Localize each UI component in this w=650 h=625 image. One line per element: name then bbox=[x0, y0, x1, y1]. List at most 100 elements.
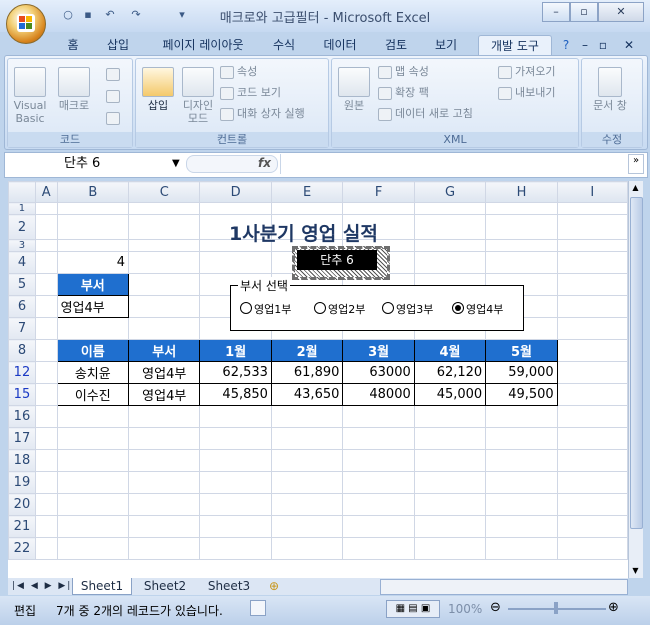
row-header-12[interactable]: 12 bbox=[8, 361, 36, 384]
row-header-15[interactable]: 15 bbox=[8, 383, 36, 406]
row-header-1[interactable]: 1 bbox=[8, 202, 36, 215]
tab-page-layout[interactable]: 페이지 레이아웃 bbox=[150, 35, 256, 55]
table-cell[interactable]: 43,650 bbox=[270, 383, 344, 406]
row-header-5[interactable]: 5 bbox=[8, 273, 36, 296]
help-icon[interactable]: ? bbox=[558, 35, 574, 55]
col-header-e[interactable]: E bbox=[270, 181, 344, 203]
horizontal-scrollbar[interactable] bbox=[380, 579, 628, 595]
tab-formulas[interactable]: 수식 bbox=[266, 35, 302, 55]
document-panel-button[interactable]: 문서 창 bbox=[592, 67, 628, 112]
restore-button[interactable]: ▫ bbox=[570, 2, 598, 22]
run-dialog-button[interactable]: 대화 상자 실행 bbox=[220, 107, 305, 121]
row-header-8[interactable]: 8 bbox=[8, 339, 36, 362]
cell-b4[interactable]: 4 bbox=[57, 251, 130, 274]
col-header-a[interactable]: A bbox=[34, 181, 58, 203]
row-header-21[interactable]: 21 bbox=[8, 515, 36, 538]
col-header-b[interactable]: B bbox=[56, 181, 130, 203]
col-header-h[interactable]: H bbox=[485, 181, 558, 203]
export-button[interactable]: 내보내기 bbox=[498, 86, 555, 100]
table-header-apr[interactable]: 4월 bbox=[413, 339, 487, 362]
expand-formula-bar-icon[interactable]: » bbox=[628, 154, 644, 174]
insert-control-button[interactable]: 삽입 bbox=[140, 67, 176, 112]
col-header-c[interactable]: C bbox=[128, 181, 201, 203]
view-code-button[interactable]: 코드 보기 bbox=[220, 86, 281, 100]
tab-review[interactable]: 검토 bbox=[378, 35, 414, 55]
source-button[interactable]: 원본 bbox=[336, 67, 372, 112]
visual-basic-button[interactable]: Visual Basic bbox=[10, 67, 50, 125]
select-all-corner[interactable] bbox=[8, 181, 36, 203]
office-button[interactable] bbox=[6, 4, 46, 44]
vertical-scrollbar[interactable]: ▲ ▼ bbox=[628, 181, 643, 578]
table-cell[interactable]: 송치윤 bbox=[56, 361, 130, 384]
table-cell[interactable]: 49,500 bbox=[485, 383, 558, 406]
zoom-level[interactable]: 100% bbox=[448, 602, 482, 616]
scroll-thumb[interactable] bbox=[630, 197, 643, 529]
dept-criteria-header[interactable]: 부서 bbox=[56, 273, 130, 296]
row-header-2[interactable]: 2 bbox=[8, 214, 36, 240]
ribbon-close-icon[interactable]: ✕ bbox=[622, 35, 636, 55]
row-header-18[interactable]: 18 bbox=[8, 449, 36, 472]
view-buttons-icon[interactable]: ▦ ▤ ▣ bbox=[386, 600, 440, 618]
chevron-down-icon[interactable]: ▼ bbox=[172, 155, 180, 173]
table-cell[interactable]: 45,000 bbox=[413, 383, 487, 406]
name-box[interactable]: 단추 6 ▼ bbox=[6, 155, 182, 173]
table-cell[interactable]: 영업4부 bbox=[128, 383, 201, 406]
macro-run-button[interactable]: 단추 6 bbox=[297, 250, 377, 270]
table-header-may[interactable]: 5월 bbox=[485, 339, 558, 362]
radio-dept-2[interactable]: 영업2부 bbox=[314, 301, 365, 317]
table-header-jan[interactable]: 1월 bbox=[199, 339, 272, 362]
minimize-button[interactable]: – bbox=[542, 2, 570, 22]
tab-data[interactable]: 데이터 bbox=[316, 35, 364, 55]
scroll-down-icon[interactable]: ▼ bbox=[630, 566, 641, 576]
row-header-6[interactable]: 6 bbox=[8, 295, 36, 318]
insert-sheet-icon[interactable]: ⊕ bbox=[264, 578, 284, 594]
table-cell[interactable]: 48000 bbox=[342, 383, 415, 406]
row-header-3[interactable]: 3 bbox=[8, 239, 36, 252]
zoom-slider-thumb[interactable] bbox=[554, 602, 558, 614]
table-header-dept[interactable]: 부서 bbox=[128, 339, 201, 362]
table-cell[interactable]: 62,120 bbox=[413, 361, 487, 384]
scroll-up-icon[interactable]: ▲ bbox=[630, 183, 641, 193]
tab-view[interactable]: 보기 bbox=[428, 35, 464, 55]
macro-record-icon[interactable] bbox=[250, 600, 266, 616]
design-mode-button[interactable]: 디자인 모드 bbox=[178, 67, 218, 125]
table-cell[interactable]: 63000 bbox=[342, 361, 415, 384]
tab-home[interactable]: 홈 bbox=[58, 35, 88, 55]
sheet-tab-1[interactable]: Sheet1 bbox=[72, 578, 132, 595]
properties-button[interactable]: 속성 bbox=[220, 65, 257, 79]
table-header-mar[interactable]: 3월 bbox=[342, 339, 415, 362]
expansion-pack-button[interactable]: 확장 팩 bbox=[378, 86, 429, 100]
row-header-19[interactable]: 19 bbox=[8, 471, 36, 494]
formula-input[interactable] bbox=[280, 154, 627, 174]
insert-function-icon[interactable]: fx bbox=[258, 156, 271, 170]
table-cell[interactable]: 45,850 bbox=[199, 383, 272, 406]
row-header-16[interactable]: 16 bbox=[8, 405, 36, 428]
sheet-tab-2[interactable]: Sheet2 bbox=[136, 578, 194, 594]
sheet-tab-3[interactable]: Sheet3 bbox=[200, 578, 258, 594]
table-cell[interactable]: 59,000 bbox=[485, 361, 558, 384]
macro-button[interactable]: 매크로 bbox=[54, 67, 94, 112]
record-macro-icon[interactable] bbox=[104, 67, 124, 81]
map-properties-button[interactable]: 맵 속성 bbox=[378, 65, 429, 79]
refresh-data-button[interactable]: 데이터 새로 고침 bbox=[378, 107, 473, 121]
import-button[interactable]: 가져오기 bbox=[498, 65, 555, 79]
row-header-7[interactable]: 7 bbox=[8, 317, 36, 340]
ribbon-minimize-icon[interactable]: – bbox=[578, 35, 592, 55]
col-header-i[interactable]: I bbox=[556, 181, 628, 203]
table-cell[interactable]: 이수진 bbox=[56, 383, 130, 406]
table-cell[interactable]: 62,533 bbox=[199, 361, 272, 384]
row-header-20[interactable]: 20 bbox=[8, 493, 36, 516]
tab-developer[interactable]: 개발 도구 bbox=[478, 35, 552, 56]
dept-criteria-value[interactable]: 영업4부 bbox=[56, 295, 130, 318]
zoom-out-icon[interactable]: ⊖ bbox=[490, 600, 501, 615]
row-header-17[interactable]: 17 bbox=[8, 427, 36, 450]
col-header-f[interactable]: F bbox=[342, 181, 415, 203]
table-header-feb[interactable]: 2월 bbox=[270, 339, 344, 362]
radio-dept-3[interactable]: 영업3부 bbox=[382, 301, 433, 317]
close-button[interactable]: ✕ bbox=[598, 2, 644, 22]
sheet-nav-icons[interactable]: |◀ ◀ ▶ ▶| bbox=[12, 578, 72, 594]
col-header-g[interactable]: G bbox=[413, 181, 487, 203]
relative-ref-icon[interactable] bbox=[104, 89, 124, 103]
ribbon-restore-icon[interactable]: ▫ bbox=[596, 35, 610, 55]
radio-dept-1[interactable]: 영업1부 bbox=[240, 301, 291, 317]
